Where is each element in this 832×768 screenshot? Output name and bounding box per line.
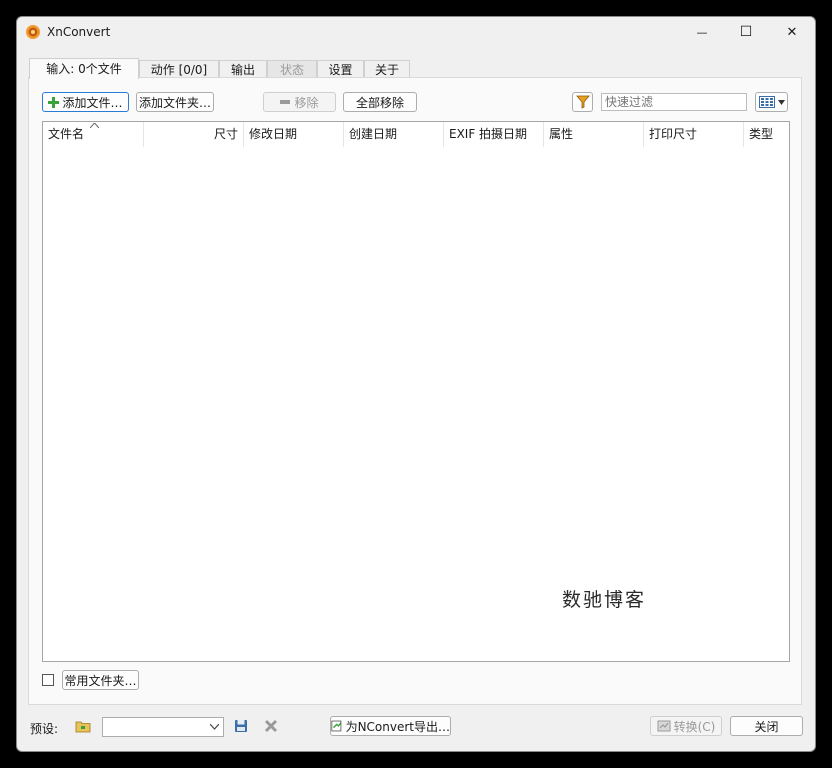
- close-button[interactable]: 关闭: [730, 716, 803, 736]
- tab-input[interactable]: 输入: 0个文件: [29, 58, 139, 79]
- add-folder-label: 添加文件夹…: [138, 95, 211, 110]
- favorite-folders-label: 常用文件夹…: [64, 673, 137, 688]
- column-header-attributes[interactable]: 属性: [544, 122, 644, 147]
- export-script-icon: [331, 720, 342, 732]
- add-folder-button[interactable]: 添加文件夹…: [136, 92, 214, 112]
- sort-ascending-icon: [90, 123, 99, 128]
- column-header-exif-date[interactable]: EXIF 拍摄日期: [444, 122, 544, 147]
- minimize-button[interactable]: —: [679, 17, 725, 47]
- minimize-icon: —: [696, 25, 708, 39]
- grid-view-icon: [759, 96, 775, 108]
- maximize-icon: ☐: [739, 24, 753, 40]
- watermark-text: 数驰博客: [562, 589, 647, 611]
- file-list[interactable]: 文件名 尺寸 修改日期 创建日期 EXIF 拍摄日期 属性 打印尺寸 类型: [42, 121, 790, 662]
- title-bar[interactable]: XnConvert — ☐ ✕: [17, 17, 815, 47]
- xnconvert-app-icon: [26, 25, 40, 39]
- tab-about[interactable]: 关于: [364, 60, 410, 78]
- remove-all-label: 全部移除: [355, 95, 404, 110]
- quick-filter-input[interactable]: [601, 93, 747, 111]
- save-preset-icon[interactable]: [233, 718, 249, 734]
- tab-output[interactable]: 输出: [219, 60, 267, 78]
- close-label: 关闭: [754, 719, 779, 734]
- chevron-down-icon: [778, 99, 785, 105]
- filter-button[interactable]: [572, 92, 593, 112]
- column-header-type[interactable]: 类型: [744, 122, 789, 147]
- remove-button[interactable]: 移除: [263, 92, 336, 112]
- preset-label: 预设:: [30, 722, 59, 736]
- column-header-print-size[interactable]: 打印尺寸: [644, 122, 744, 147]
- tab-actions[interactable]: 动作 [0/0]: [139, 60, 219, 78]
- chevron-down-icon: [210, 724, 219, 730]
- xnconvert-window: XnConvert — ☐ ✕ 输入: 0个文件 动作 [0/0] 输出 状态 …: [16, 16, 816, 752]
- open-folder-icon[interactable]: [75, 718, 91, 734]
- close-icon: ✕: [786, 24, 798, 40]
- column-header-modified-date[interactable]: 修改日期: [244, 122, 344, 147]
- convert-label: 转换(C): [673, 719, 716, 734]
- delete-preset-icon[interactable]: [263, 718, 279, 734]
- remove-label: 移除: [294, 95, 319, 110]
- convert-icon: [657, 720, 671, 732]
- convert-button[interactable]: 转换(C): [650, 716, 722, 736]
- tab-settings[interactable]: 设置: [317, 60, 364, 78]
- window-title: XnConvert: [47, 25, 111, 39]
- column-header-created-date[interactable]: 创建日期: [344, 122, 444, 147]
- tab-status[interactable]: 状态: [267, 60, 317, 78]
- favorite-folders-button[interactable]: 常用文件夹…: [62, 670, 139, 690]
- add-files-label: 添加文件…: [62, 95, 123, 110]
- minus-icon: [280, 100, 291, 104]
- filter-funnel-icon: [575, 95, 590, 109]
- add-icon: [48, 96, 60, 108]
- view-mode-button[interactable]: [755, 92, 788, 112]
- favorites-checkbox[interactable]: [42, 674, 54, 686]
- export-nconvert-button[interactable]: 为NConvert导出…: [330, 716, 451, 736]
- close-window-button[interactable]: ✕: [769, 17, 815, 47]
- preset-select[interactable]: [102, 717, 224, 737]
- add-files-button[interactable]: 添加文件…: [42, 92, 129, 112]
- maximize-button[interactable]: ☐: [723, 17, 769, 47]
- column-header-size[interactable]: 尺寸: [144, 122, 244, 147]
- export-nconvert-label: 为NConvert导出…: [345, 719, 450, 734]
- remove-all-button[interactable]: 全部移除: [343, 92, 417, 112]
